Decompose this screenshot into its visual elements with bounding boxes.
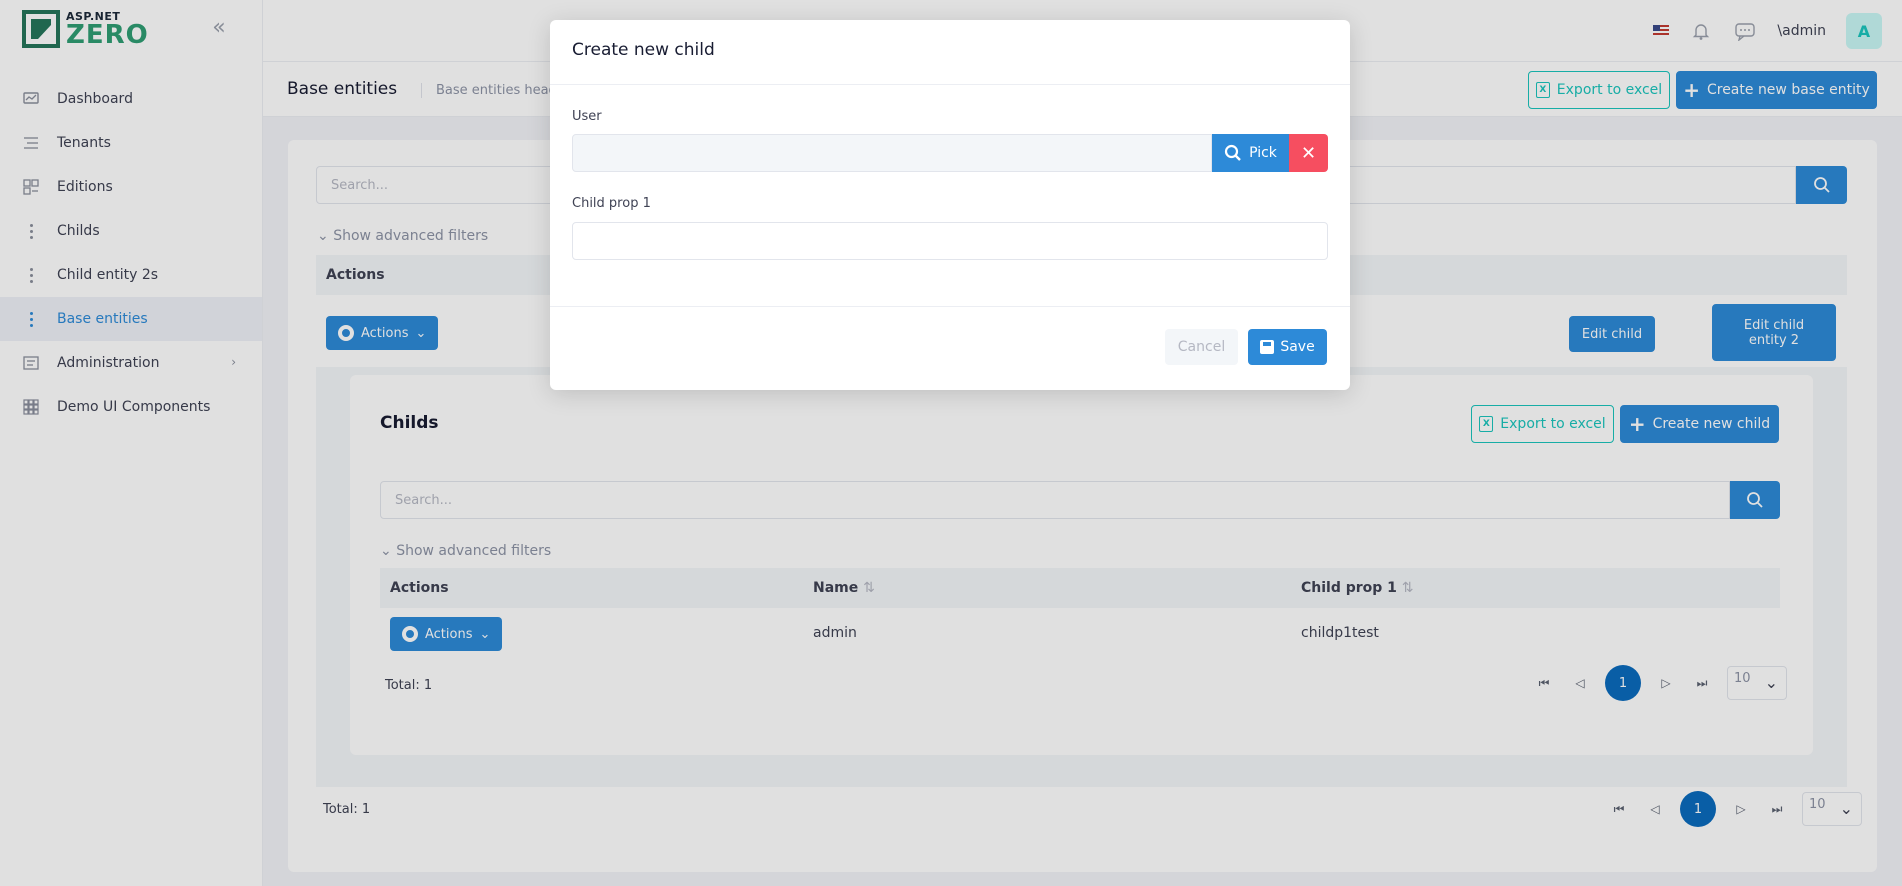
user-field-label: User [572,109,602,124]
pick-user-button[interactable]: Pick [1212,134,1289,172]
child-prop-1-input[interactable] [572,222,1328,260]
user-field [572,134,1212,172]
create-child-modal: Create new child User Pick ✕ Child prop … [550,20,1350,390]
cancel-button[interactable]: Cancel [1165,329,1238,365]
save-button-label: Save [1280,339,1315,355]
pick-button-label: Pick [1249,145,1277,161]
clear-user-button[interactable]: ✕ [1289,134,1328,172]
close-icon: ✕ [1300,142,1317,164]
search-icon [1224,144,1241,161]
modal-footer-divider [550,306,1350,307]
save-button[interactable]: Save [1248,329,1327,365]
child-prop-1-label: Child prop 1 [572,196,651,211]
modal-title: Create new child [572,40,715,60]
save-icon [1260,340,1275,354]
modal-header-divider [550,84,1350,85]
